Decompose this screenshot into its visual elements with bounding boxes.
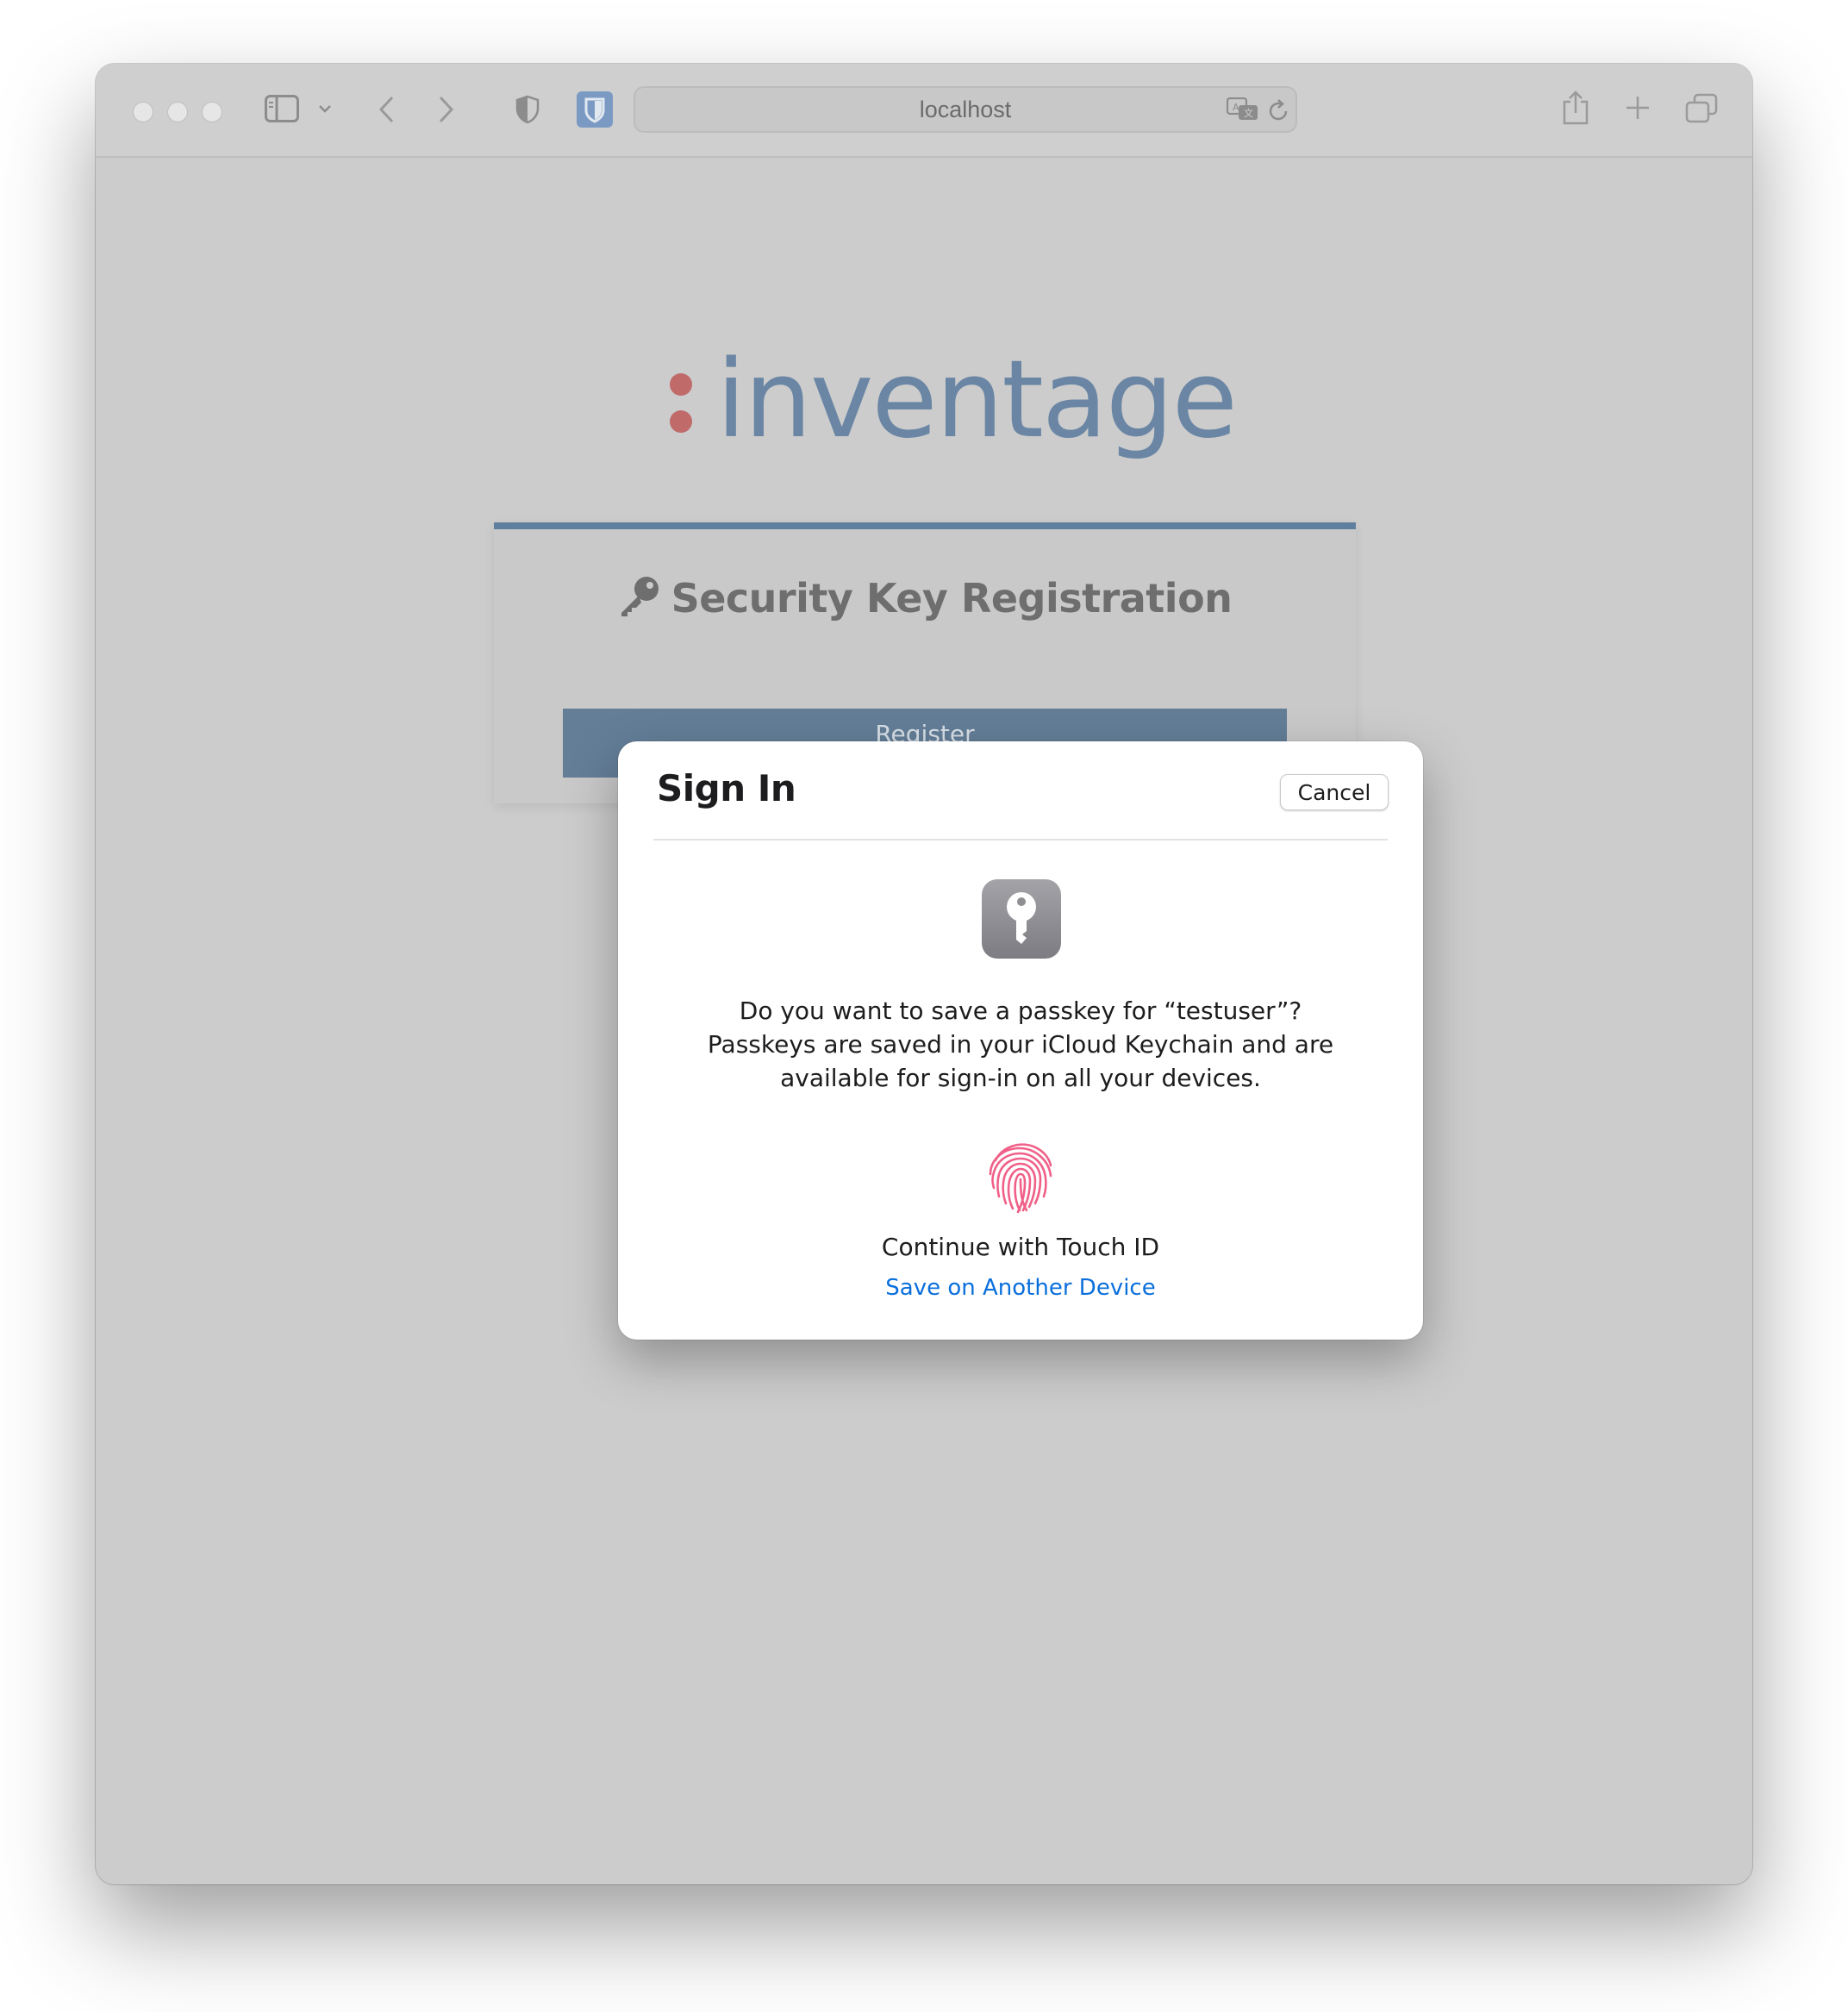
- tab-overview-icon[interactable]: [1685, 93, 1718, 124]
- dialog-title: Sign In: [657, 767, 796, 809]
- message-line: available for sign-in on all your device…: [780, 1064, 1261, 1092]
- privacy-shield-icon[interactable]: [515, 95, 540, 124]
- address-bar[interactable]: localhost A 文: [634, 86, 1297, 133]
- zoom-window-button[interactable]: [202, 102, 222, 122]
- address-text: localhost: [919, 97, 1012, 122]
- sidebar-icon[interactable]: [265, 95, 299, 122]
- browser-toolbar: localhost A 文: [96, 64, 1752, 158]
- close-window-button[interactable]: [133, 102, 153, 122]
- browser-window: localhost A 文 inventage Security Key Reg…: [96, 64, 1752, 1884]
- back-icon[interactable]: [377, 95, 396, 124]
- message-line: Passkeys are saved in your iCloud Keycha…: [707, 1030, 1334, 1059]
- share-icon[interactable]: [1561, 90, 1590, 126]
- card-title: Security Key Registration: [494, 574, 1356, 622]
- svg-text:文: 文: [1244, 107, 1253, 119]
- minimize-window-button[interactable]: [167, 102, 188, 122]
- translate-icon[interactable]: A 文: [1227, 97, 1259, 122]
- new-tab-icon[interactable]: [1625, 95, 1651, 121]
- svg-text:A: A: [1233, 102, 1239, 113]
- reload-icon[interactable]: [1268, 98, 1290, 122]
- cancel-button[interactable]: Cancel: [1280, 774, 1389, 810]
- passkey-icon: [982, 879, 1061, 959]
- fingerprint-icon[interactable]: [980, 1134, 1063, 1217]
- key-icon: [621, 577, 659, 616]
- message-line: Do you want to save a passkey for “testu…: [739, 997, 1302, 1025]
- save-on-another-device-link[interactable]: Save on Another Device: [618, 1275, 1423, 1301]
- chevron-down-icon[interactable]: [318, 103, 332, 114]
- touch-id-label[interactable]: Continue with Touch ID: [618, 1233, 1423, 1261]
- passkey-sign-in-dialog: Sign In Cancel Do you want to save a pas…: [618, 741, 1423, 1340]
- forward-icon[interactable]: [437, 95, 456, 124]
- inventage-logo: inventage: [665, 338, 1238, 468]
- dialog-divider: [653, 839, 1388, 840]
- logo-colon-dots: [670, 373, 692, 433]
- logo-wordmark: inventage: [716, 338, 1238, 462]
- card-title-text: Security Key Registration: [671, 575, 1233, 622]
- dialog-message: Do you want to save a passkey for “testu…: [670, 994, 1371, 1095]
- bitwarden-icon[interactable]: [577, 91, 613, 128]
